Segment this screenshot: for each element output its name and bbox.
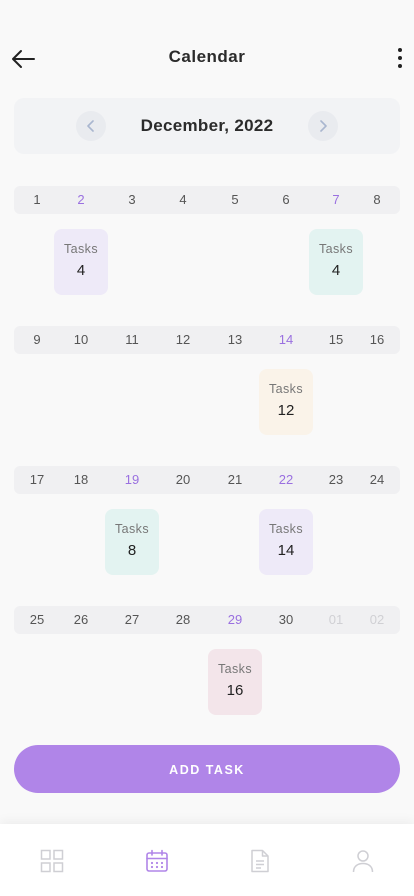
day-cell[interactable]: 23 [319, 466, 353, 494]
day-cell[interactable]: 7 [319, 186, 353, 214]
task-card-label: Tasks [218, 662, 252, 676]
task-card[interactable]: Tasks 8 [105, 509, 159, 575]
task-count: 16 [226, 682, 244, 699]
day-cell[interactable]: 10 [64, 326, 98, 354]
nav-item-dashboard[interactable] [37, 846, 67, 876]
nav-item-documents[interactable] [245, 846, 275, 876]
day-cell[interactable]: 24 [360, 466, 394, 494]
task-card-label: Tasks [64, 242, 98, 256]
day-cell[interactable]: 30 [269, 606, 303, 634]
day-cell[interactable]: 27 [115, 606, 149, 634]
day-cell[interactable]: 12 [166, 326, 200, 354]
day-cell[interactable]: 1 [20, 186, 54, 214]
task-card-label: Tasks [269, 522, 303, 536]
day-cell[interactable]: 26 [64, 606, 98, 634]
week-row: 9 10 11 12 13 14 15 16 [14, 326, 400, 354]
day-cell[interactable]: 15 [319, 326, 353, 354]
day-cell[interactable]: 28 [166, 606, 200, 634]
task-count: 14 [277, 542, 295, 559]
day-cell[interactable]: 20 [166, 466, 200, 494]
month-label: December, 2022 [140, 116, 274, 135]
task-card[interactable]: Tasks 4 [54, 229, 108, 295]
nav-item-profile[interactable] [348, 846, 378, 876]
day-cell[interactable]: 14 [269, 326, 303, 354]
month-selector: December, 2022 [14, 98, 400, 154]
add-task-button[interactable]: ADD TASK [14, 745, 400, 793]
calendar-icon [146, 849, 168, 872]
day-cell[interactable]: 4 [166, 186, 200, 214]
day-cell[interactable]: 17 [20, 466, 54, 494]
task-count: 8 [127, 542, 137, 559]
day-cell[interactable]: 11 [115, 326, 149, 354]
day-cell[interactable]: 8 [360, 186, 394, 214]
task-count: 4 [331, 262, 341, 279]
day-cell[interactable]: 3 [115, 186, 149, 214]
day-cell[interactable]: 5 [218, 186, 252, 214]
more-dot-icon [398, 48, 402, 52]
task-card-label: Tasks [319, 242, 353, 256]
day-cell[interactable]: 16 [360, 326, 394, 354]
task-card[interactable]: Tasks 4 [309, 229, 363, 295]
grid-icon [40, 849, 64, 873]
task-card-label: Tasks [269, 382, 303, 396]
day-cell[interactable]: 29 [218, 606, 252, 634]
day-cell[interactable]: 21 [218, 466, 252, 494]
task-card[interactable]: Tasks 12 [259, 369, 313, 435]
next-month-button[interactable] [308, 111, 338, 141]
week-row: 12345678 [14, 186, 400, 214]
chevron-right-icon [320, 120, 327, 132]
task-count: 4 [76, 262, 86, 279]
day-cell[interactable]: 13 [218, 326, 252, 354]
task-card-label: Tasks [115, 522, 149, 536]
day-cell[interactable]: 9 [20, 326, 54, 354]
more-dot-icon [398, 64, 402, 68]
day-cell[interactable]: 6 [269, 186, 303, 214]
bottom-navigation [0, 824, 414, 896]
profile-icon [352, 850, 374, 873]
task-card[interactable]: Tasks 16 [208, 649, 262, 715]
week-row: 17 18 19 20 21 22 23 24 [14, 466, 400, 494]
more-options-button[interactable] [392, 44, 408, 72]
document-icon [251, 849, 269, 873]
day-cell[interactable]: 19 [115, 466, 149, 494]
nav-item-calendar[interactable] [142, 846, 172, 876]
day-cell[interactable]: 18 [64, 466, 98, 494]
day-cell[interactable]: 02 [360, 606, 394, 634]
task-count: 12 [277, 402, 295, 419]
day-cell[interactable]: 2 [64, 186, 98, 214]
day-cell[interactable]: 01 [319, 606, 353, 634]
day-cell[interactable]: 22 [269, 466, 303, 494]
page-title: Calendar [168, 47, 246, 66]
more-dot-icon [398, 56, 402, 60]
week-row: 25 26 27 28 29 30 01 02 [14, 606, 400, 634]
day-cell[interactable]: 25 [20, 606, 54, 634]
task-card[interactable]: Tasks 14 [259, 509, 313, 575]
